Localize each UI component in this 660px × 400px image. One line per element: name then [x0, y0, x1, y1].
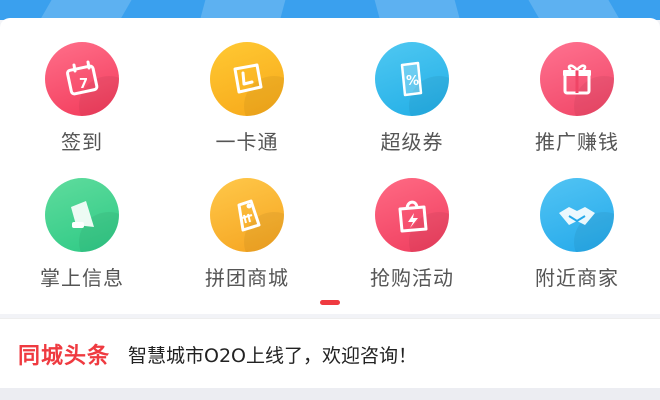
calendar-icon: 7 [45, 42, 119, 116]
handshake-icon [540, 178, 614, 252]
svg-text:%: % [406, 74, 419, 89]
lightning-bag-icon [375, 178, 449, 252]
news-label: 同城头条 [18, 344, 111, 369]
menu-item-label: 掌上信息 [40, 266, 124, 290]
menu-item-label: 附近商家 [535, 266, 619, 290]
headline-news-bar[interactable]: 同城头条 智慧城市O2O上线了，欢迎咨询！ [0, 318, 660, 389]
page: 7 签到 一卡通 % 超级券 推广赚钱 掌上信息 拼团商城 抢购活动 附近商家 … [0, 0, 660, 400]
svg-text:7: 7 [79, 77, 88, 92]
menu-item-checkin[interactable]: 7 签到 [12, 42, 152, 162]
menu-item-card[interactable]: 一卡通 [177, 42, 317, 162]
menu-item-label: 推广赚钱 [535, 130, 619, 154]
menu-item-flash-sale[interactable]: 抢购活动 [342, 178, 482, 298]
page-indicator [320, 300, 340, 305]
bottom-divider [0, 388, 660, 400]
megaphone-icon [45, 178, 119, 252]
menu-item-label: 抢购活动 [370, 266, 454, 290]
menu-item-promote[interactable]: 推广赚钱 [507, 42, 647, 162]
coupon-icon: % [375, 42, 449, 116]
card-icon [210, 42, 284, 116]
menu-item-label: 一卡通 [215, 130, 279, 154]
gift-icon [540, 42, 614, 116]
menu-item-coupon[interactable]: % 超级券 [342, 42, 482, 162]
menu-item-group-buy[interactable]: 拼团商城 [177, 178, 317, 298]
top-banner [0, 0, 660, 20]
menu-item-info[interactable]: 掌上信息 [12, 178, 152, 298]
menu-item-label: 超级券 [380, 130, 444, 154]
menu-item-label: 拼团商城 [205, 266, 289, 290]
news-headline[interactable]: 智慧城市O2O上线了，欢迎咨询！ [128, 341, 417, 368]
menu-item-nearby[interactable]: 附近商家 [507, 178, 647, 298]
tag-icon [210, 178, 284, 252]
menu-item-label: 签到 [61, 130, 103, 154]
quick-menu-grid: 7 签到 一卡通 % 超级券 推广赚钱 掌上信息 拼团商城 抢购活动 附近商家 [0, 18, 660, 314]
